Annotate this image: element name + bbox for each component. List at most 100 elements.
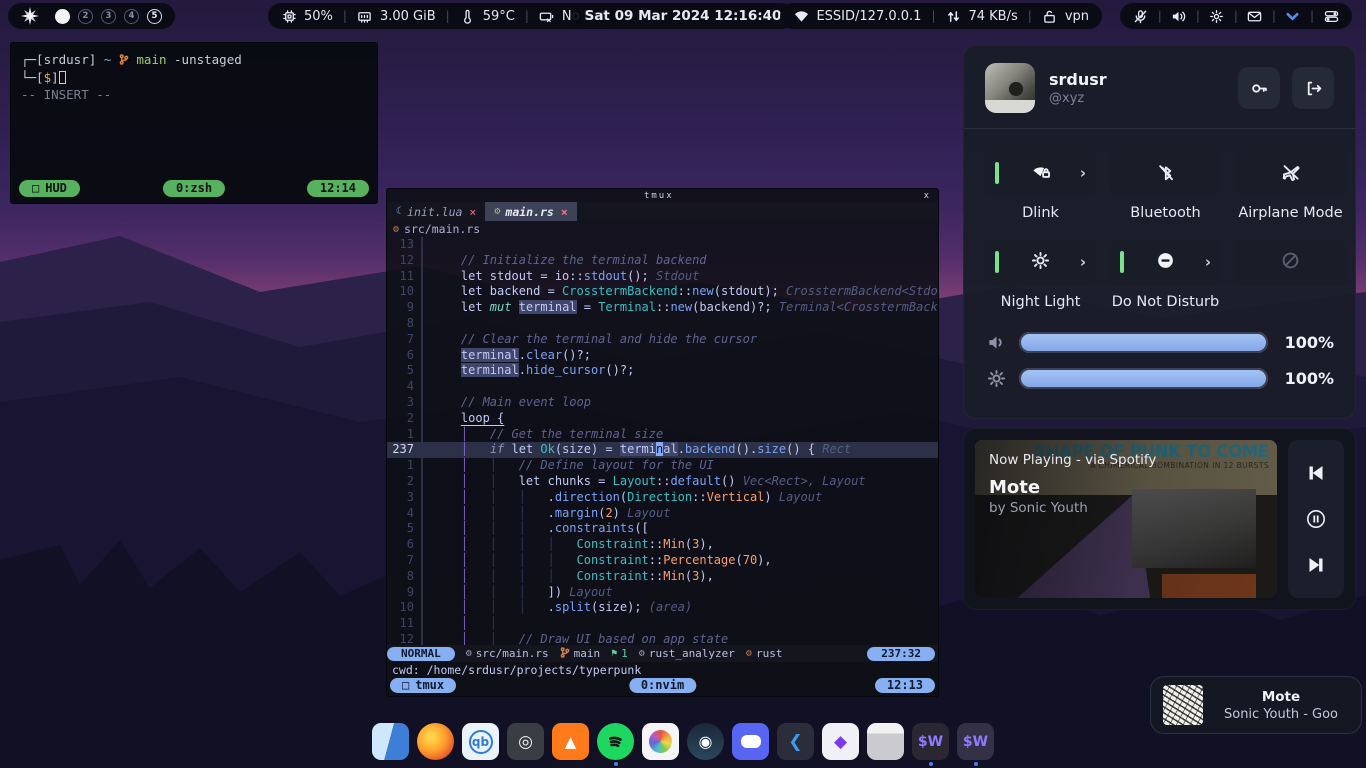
tmux-window-pill[interactable]: 0:zsh — [163, 180, 225, 197]
dock-wallet-a-icon[interactable]: $W — [912, 723, 949, 760]
workspace-2[interactable]: 2 — [78, 9, 93, 24]
logout-button[interactable] — [1292, 67, 1334, 109]
dock-qbittorrent-icon[interactable]: qb — [462, 723, 499, 760]
workspace-1[interactable] — [55, 9, 70, 24]
tmux-session-pill[interactable]: □HUD — [19, 180, 80, 197]
workspace-3[interactable]: 3 — [101, 9, 116, 24]
now-playing-card: SHAPE OF PUNK TO COME A CHIMERICAL BOMBI… — [963, 428, 1356, 610]
airplane-mode-toggle-button[interactable] — [1235, 150, 1346, 196]
volume-slider[interactable] — [1019, 332, 1268, 353]
lua-file-icon: ☾ — [396, 206, 402, 217]
chevron-down-icon[interactable] — [1285, 8, 1301, 24]
code-line: 10 │ │ │ .split(size); (area) — [387, 600, 938, 616]
dock-vlc-icon[interactable]: ▲ — [552, 723, 589, 760]
tmux-session-pill[interactable]: □tmux — [390, 678, 456, 693]
line-number: 8 — [387, 569, 423, 585]
dock-vscode-icon[interactable]: ❮ — [777, 723, 814, 760]
bluetooth-toggle-button[interactable] — [1110, 150, 1221, 196]
code-line: 1 │ // Get the terminal size — [387, 427, 938, 443]
tab-init.lua[interactable]: ☾init.lua× — [387, 202, 485, 221]
editor-window[interactable]: tmux x ☾init.lua×⚙main.rs× ⚙ src/main.rs… — [386, 188, 939, 697]
unused-toggle-button[interactable] — [1235, 239, 1346, 285]
terminal-window[interactable]: ┌─[srdusr] ~ main -unstaged └─[$] -- INS… — [10, 42, 378, 204]
code-text: │ │ │ │ Constraint::Min(3), — [432, 537, 714, 553]
volume-icon[interactable] — [1171, 8, 1187, 24]
code-line: 10 let backend = CrosstermBackend::new(s… — [387, 284, 938, 300]
dock-item-trash — [867, 723, 904, 765]
dock-item-vscode: ❮ — [777, 723, 814, 765]
tab-bar: ☾init.lua×⚙main.rs× — [387, 202, 938, 221]
clock-pill[interactable]: Sat 09 Mar 2024 12:16:40 — [572, 3, 795, 29]
dock-trash-icon[interactable] — [867, 723, 904, 760]
code-line: 7 // Clear the terminal and hide the cur… — [387, 332, 938, 348]
tab-close-icon[interactable]: × — [559, 205, 568, 219]
code-text: terminal.hide_cursor()?; — [432, 363, 634, 379]
line-number: 13 — [387, 237, 423, 253]
workspace-5[interactable]: 5 — [147, 9, 162, 24]
code-line: 2 │ │ let chunks = Layout::default() Vec… — [387, 474, 938, 490]
mail-icon[interactable] — [1247, 8, 1263, 24]
active-indicator — [995, 251, 999, 273]
brightness-slider[interactable] — [1019, 368, 1268, 389]
tmux-window-pill[interactable]: 0:nvim — [629, 678, 696, 693]
microphone-muted-icon[interactable] — [1133, 8, 1149, 24]
dock-discord-icon[interactable] — [732, 723, 769, 760]
chevron-right-icon[interactable]: › — [1205, 253, 1211, 271]
dock-photos-icon[interactable] — [642, 723, 679, 760]
dock-steam-icon[interactable]: ◉ — [687, 723, 724, 760]
system-tray-pill: | | | | | — [1120, 3, 1352, 29]
code-text: // Initialize the terminal backend — [432, 253, 707, 269]
lock-keys-button[interactable] — [1238, 67, 1280, 109]
line-number: 9 — [387, 300, 423, 316]
logout-icon — [1305, 80, 1322, 97]
next-track-button[interactable] — [1303, 552, 1329, 578]
airplane-off-icon — [1281, 162, 1300, 185]
dock-item-steam: ◉ — [687, 723, 724, 765]
dock-obs-icon[interactable]: ◎ — [507, 723, 544, 760]
code-text: let stdout = io::stdout(); Stdout — [432, 269, 699, 285]
logo-star-icon[interactable] — [21, 7, 39, 25]
toggle-grid: ›DlinkBluetoothAirplane Mode›Night Light… — [985, 150, 1334, 312]
night-light-toggle-button[interactable]: › — [985, 239, 1096, 285]
dock-item-obs: ◎ — [507, 723, 544, 765]
notification-popup[interactable]: Mote Sonic Youth - Goo — [1150, 676, 1362, 734]
tab-close-icon[interactable]: × — [467, 205, 476, 219]
code-area[interactable]: 1312 // Initialize the terminal backend1… — [387, 237, 938, 645]
toggle-label: Dlink — [1022, 205, 1059, 223]
avatar — [985, 63, 1035, 113]
line-number: 5 — [387, 521, 423, 537]
statusline-diagnostics: ⚑1 — [611, 647, 628, 660]
dock-item-wallet-a: $W — [912, 723, 949, 765]
line-number: 9 — [387, 585, 423, 601]
do-not-disturb-toggle-button[interactable]: › — [1110, 239, 1221, 285]
code-text: terminal.clear()?; — [432, 348, 591, 364]
code-line: 5 terminal.hide_cursor()?; — [387, 363, 938, 379]
previous-track-button[interactable] — [1303, 460, 1329, 486]
album-art[interactable]: SHAPE OF PUNK TO COME A CHIMERICAL BOMBI… — [975, 440, 1277, 598]
code-line: 12 │ │ // Draw UI based on app state — [387, 632, 938, 645]
prompt-path: ~ — [104, 52, 112, 67]
tab-main.rs[interactable]: ⚙main.rs× — [485, 202, 576, 221]
wifi-icon — [793, 8, 809, 24]
window-close-button[interactable]: x — [924, 191, 931, 201]
dock-firefox-icon[interactable] — [417, 723, 454, 760]
dock-file-manager-icon[interactable] — [372, 723, 409, 760]
chevron-right-icon[interactable]: › — [1080, 253, 1086, 271]
dock-obsidian-icon[interactable]: ◆ — [822, 723, 859, 760]
toggles-icon[interactable] — [1323, 8, 1339, 24]
workspace-4[interactable]: 4 — [124, 9, 139, 24]
chevron-right-icon[interactable]: › — [1080, 164, 1086, 182]
code-text: │ │ │ ]) Layout — [432, 585, 613, 601]
pause-button[interactable] — [1303, 506, 1329, 532]
code-line: 1 │ │ // Define layout for the UI — [387, 458, 938, 474]
toggle-label: Bluetooth — [1130, 205, 1200, 223]
toggle-cell-unused — [1235, 239, 1346, 312]
dock-wallet-b-icon[interactable]: $W — [957, 723, 994, 760]
media-controls — [1288, 440, 1344, 598]
settings-gear-icon[interactable] — [1209, 8, 1225, 24]
brightness-slider-row: 100% — [985, 368, 1334, 389]
user-handle: @xyz — [1049, 91, 1107, 106]
terminal-prompt-line1: ┌─[srdusr] ~ main -unstaged — [21, 51, 367, 69]
dlink-toggle-button[interactable]: › — [985, 150, 1096, 196]
dock-spotify-icon[interactable] — [597, 723, 634, 760]
